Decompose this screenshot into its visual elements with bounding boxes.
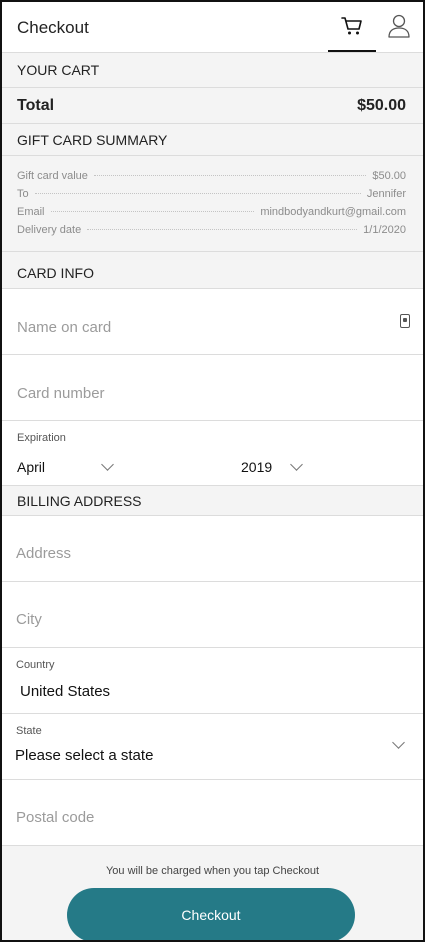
summary-label: Email: [17, 206, 45, 218]
expiration-label: Expiration: [17, 432, 66, 444]
contact-card-icon[interactable]: [400, 314, 410, 328]
summary-row-email: Email mindbodyandkurt@gmail.com: [17, 206, 406, 224]
card-number-field[interactable]: Card number: [2, 355, 423, 421]
checkout-screen: Checkout YOUR CART Total $50.00 GIFT CAR…: [0, 0, 425, 942]
state-label: State: [16, 725, 42, 737]
dotted-leader: [50, 211, 255, 212]
total-value: $50.00: [357, 97, 406, 114]
city-placeholder: City: [16, 611, 42, 628]
checkout-footer: You will be charged when you tap Checkou…: [2, 846, 423, 940]
total-label: Total: [17, 97, 55, 114]
card-number-placeholder: Card number: [17, 385, 105, 402]
your-cart-heading: YOUR CART: [2, 53, 423, 88]
summary-label: Gift card value: [17, 170, 88, 182]
name-on-card-field[interactable]: Name on card: [2, 289, 423, 355]
name-on-card-placeholder: Name on card: [17, 319, 112, 336]
summary-value: $50.00: [372, 170, 406, 182]
summary-row-delivery-date: Delivery date 1/1/2020: [17, 224, 406, 242]
city-field[interactable]: City: [2, 582, 423, 648]
page-title: Checkout: [17, 18, 89, 37]
dotted-leader: [87, 229, 358, 230]
expiration-field: Expiration April 2019: [2, 421, 423, 486]
postal-code-field[interactable]: Postal code: [2, 780, 423, 846]
state-value: Please select a state: [15, 747, 154, 764]
cart-tab[interactable]: [328, 2, 376, 52]
summary-row-gift-card-value: Gift card value $50.00: [17, 170, 406, 188]
checkout-button[interactable]: Checkout: [67, 888, 355, 940]
dotted-leader: [93, 175, 367, 176]
address-placeholder: Address: [16, 545, 72, 562]
charge-note: You will be charged when you tap Checkou…: [105, 865, 319, 877]
shopping-cart-icon: [341, 17, 362, 35]
state-select[interactable]: State Please select a state: [2, 714, 423, 780]
summary-value: Jennifer: [366, 188, 406, 200]
chevron-down-icon: [101, 458, 114, 471]
dotted-leader: [34, 193, 361, 194]
summary-label: To: [17, 188, 29, 200]
profile-button[interactable]: [384, 12, 414, 42]
postal-code-placeholder: Postal code: [16, 809, 95, 826]
user-profile-icon: [388, 14, 410, 38]
summary-label: Delivery date: [17, 224, 82, 236]
chevron-down-icon: [392, 736, 405, 749]
country-field[interactable]: Country United States: [2, 648, 423, 714]
chevron-down-icon: [290, 458, 303, 471]
card-info-heading: CARD INFO: [2, 252, 423, 289]
gift-card-summary: Gift card value $50.00 To Jennifer Email…: [2, 156, 423, 252]
address-field[interactable]: Address: [2, 516, 423, 582]
country-value: United States: [20, 683, 111, 700]
expiration-month-select[interactable]: April: [2, 449, 202, 485]
summary-row-to: To Jennifer: [17, 188, 406, 206]
summary-value: mindbodyandkurt@gmail.com: [260, 206, 406, 218]
expiration-year-select[interactable]: 2019: [222, 449, 422, 485]
country-label: Country: [16, 659, 55, 671]
expiration-month-value: April: [17, 459, 46, 475]
gift-card-summary-heading: GIFT CARD SUMMARY: [2, 124, 423, 156]
billing-address-heading: BILLING ADDRESS: [2, 486, 423, 516]
summary-value: 1/1/2020: [363, 224, 406, 236]
app-header: Checkout: [2, 2, 423, 53]
total-row: Total $50.00: [2, 88, 423, 124]
expiration-year-value: 2019: [241, 459, 273, 475]
